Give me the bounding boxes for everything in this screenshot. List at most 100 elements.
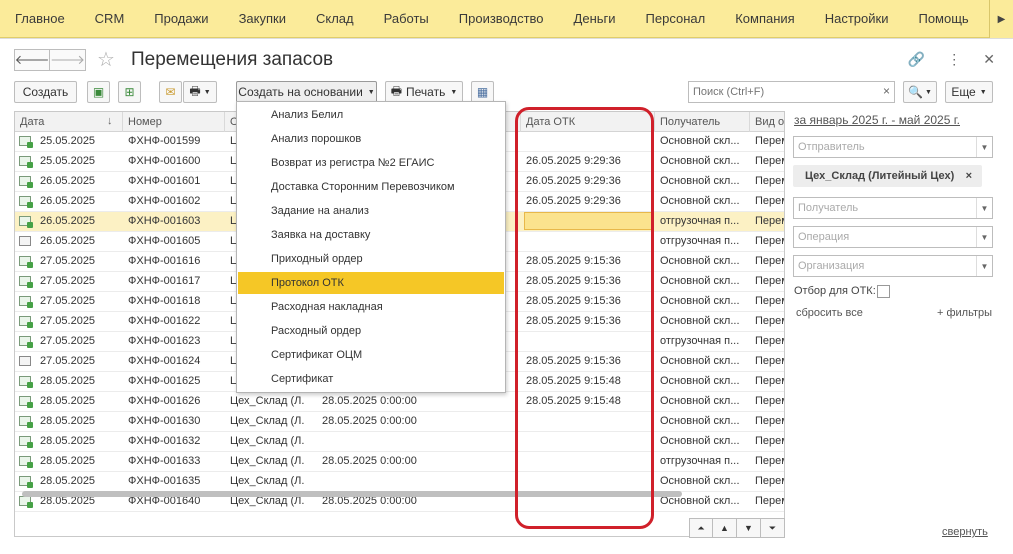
chevron-down-icon[interactable]: ▼	[976, 198, 992, 218]
create-button[interactable]: Создать	[14, 81, 77, 103]
last-page-button[interactable]: ⏷	[761, 518, 785, 538]
cell-doc-date	[317, 472, 517, 491]
cell-op: Перем	[755, 355, 784, 367]
cell-recipient: Основной скл...	[660, 415, 740, 427]
chevron-down-icon[interactable]: ▼	[976, 256, 992, 276]
menu-item[interactable]: Производство	[444, 11, 559, 26]
sender-chip[interactable]: Цех_Склад (Литейный Цех) ×	[793, 165, 982, 187]
search-field[interactable]: ×	[688, 81, 895, 103]
menu-item[interactable]: Персонал	[631, 11, 721, 26]
menu-item[interactable]: Закупки	[224, 11, 301, 26]
menu-item[interactable]: Анализ Белил	[238, 104, 504, 126]
clear-icon[interactable]: ×	[883, 84, 890, 98]
prev-page-button[interactable]: ▲	[713, 518, 737, 538]
recipient-filter[interactable]: Получатель ▼	[793, 197, 993, 219]
menu-item[interactable]: Настройки	[810, 11, 904, 26]
cell-recipient: Основной скл...	[660, 275, 740, 287]
menu-item[interactable]: Доставка Сторонним Перевозчиком	[238, 176, 504, 198]
cell-otk: 28.05.2025 9:15:36	[526, 275, 621, 287]
print-menu-button[interactable]: 🖶 ▼	[183, 81, 217, 103]
cell-date: 26.05.2025	[40, 195, 96, 207]
cell-doc-date	[317, 432, 517, 451]
add-doc-button[interactable]: ⊞	[118, 81, 141, 103]
mail-button[interactable]: ✉	[159, 81, 182, 103]
period-link[interactable]: за январь 2025 г. - май 2025 г.	[794, 113, 960, 127]
sort-down-icon[interactable]: ↓	[107, 115, 113, 127]
cell-recipient: отгрузочная п...	[660, 455, 740, 467]
search-button[interactable]: 🔍 ▼	[903, 81, 937, 103]
menu-item[interactable]: Работы	[369, 11, 444, 26]
organization-filter[interactable]: Организация ▼	[793, 255, 993, 277]
posted-document-icon	[19, 376, 33, 388]
print-button[interactable]: 🖶 Печать ▼	[385, 81, 463, 103]
otk-filter-checkbox[interactable]	[877, 285, 890, 298]
first-page-button[interactable]: ⏶	[689, 518, 713, 538]
table-row[interactable]: 28.05.2025 ФХНФ-001632 Цех_Склад (Л... Осно…	[15, 432, 784, 452]
more-button[interactable]: Еще ▼	[945, 81, 993, 103]
cell-date: 28.05.2025	[40, 455, 96, 467]
menu-item[interactable]: Деньги	[559, 11, 631, 26]
collapse-link[interactable]: свернуть	[942, 526, 988, 538]
table-row[interactable]: 28.05.2025 ФХНФ-001630 Цех_Склад (Л... 28.0…	[15, 412, 784, 432]
search-input[interactable]	[689, 82, 869, 102]
reset-filters-link[interactable]: сбросить все	[796, 307, 863, 319]
cell-recipient: Основной скл...	[660, 135, 740, 147]
menu-item[interactable]: Расходный ордер	[238, 320, 504, 342]
menu-item[interactable]: Протокол ОТК	[238, 272, 504, 294]
arrow-left-icon: 🡐	[14, 52, 50, 67]
cell-date: 27.05.2025	[40, 355, 96, 367]
table-row[interactable]: 28.05.2025 ФХНФ-001633 Цех_Склад (Л... 28.0…	[15, 452, 784, 472]
close-icon[interactable]: ✕	[983, 51, 995, 68]
cell-op: Перем	[755, 315, 784, 327]
menu-item[interactable]: Возврат из регистра №2 ЕГАИС	[238, 152, 504, 174]
column-operation-type[interactable]: Вид оп	[750, 112, 784, 132]
posted-document-icon	[19, 196, 33, 208]
column-recipient[interactable]: Получатель	[655, 112, 750, 132]
table-row[interactable]: 28.05.2025 ФХНФ-001635 Цех_Склад (Л... Осно…	[15, 472, 784, 492]
more-filters-link[interactable]: + фильтры	[937, 307, 992, 319]
sender-filter[interactable]: Отправитель ▼	[793, 136, 993, 158]
forward-button[interactable]: 🡒	[50, 49, 86, 71]
menu-item[interactable]: CRM	[80, 11, 140, 26]
more-vertical-icon[interactable]: ⋮	[947, 51, 961, 68]
posted-document-icon	[19, 416, 33, 428]
table-row[interactable]: 28.05.2025 ФХНФ-001626 Цех_Склад (Л... 28.0…	[15, 392, 784, 412]
cell-date: 25.05.2025	[40, 155, 96, 167]
column-number[interactable]: Номер	[123, 112, 225, 132]
menu-item[interactable]: Продажи	[139, 11, 223, 26]
menu-item[interactable]: Расходная накладная	[238, 296, 504, 318]
cell-number: ФХНФ-001602	[128, 195, 201, 207]
operation-filter[interactable]: Операция ▼	[793, 226, 993, 248]
menu-item[interactable]: Анализ порошков	[238, 128, 504, 150]
posted-document-icon	[19, 136, 33, 148]
create-based-on-button[interactable]: Создать на основании ▼	[236, 81, 377, 103]
nav-buttons: 🡐 🡒	[14, 49, 86, 71]
cell-date: 26.05.2025	[40, 215, 96, 227]
cell-recipient: Основной скл...	[660, 375, 740, 387]
horizontal-scrollbar[interactable]	[22, 491, 682, 497]
menu-item[interactable]: Заявка на доставку	[238, 224, 504, 246]
cell-op: Перем	[755, 395, 784, 407]
cell-number: ФХНФ-001624	[128, 355, 201, 367]
posted-document-icon	[19, 336, 33, 348]
menu-item[interactable]: Главное	[0, 11, 80, 26]
chevron-right-icon[interactable]: ▶	[989, 0, 1013, 38]
next-page-button[interactable]: ▼	[737, 518, 761, 538]
back-button[interactable]: 🡐	[14, 49, 50, 71]
link-icon[interactable]: 🔗	[908, 51, 925, 68]
chevron-down-icon[interactable]: ▼	[976, 137, 992, 157]
menu-item[interactable]: Склад	[301, 11, 369, 26]
menu-item[interactable]: Задание на анализ	[238, 200, 504, 222]
report-button[interactable]: ▦	[471, 81, 494, 103]
menu-item[interactable]: Сертификат ОЦМ	[238, 344, 504, 366]
column-otk-date[interactable]: Дата ОТК	[521, 112, 655, 132]
chevron-down-icon[interactable]: ▼	[976, 227, 992, 247]
menu-item[interactable]: Приходный ордер	[238, 248, 504, 270]
remove-icon[interactable]: ×	[966, 165, 972, 187]
menu-item[interactable]: Сертификат	[238, 368, 504, 390]
star-icon[interactable]: ☆	[97, 47, 115, 72]
copy-doc-button[interactable]: ▣	[87, 81, 110, 103]
menu-item[interactable]: Помощь	[903, 11, 983, 26]
cell-otk: 26.05.2025 9:29:36	[526, 155, 621, 167]
menu-item[interactable]: Компания	[720, 11, 810, 26]
